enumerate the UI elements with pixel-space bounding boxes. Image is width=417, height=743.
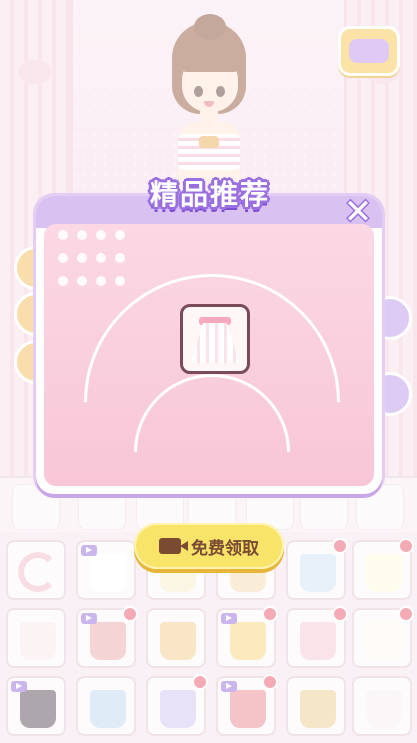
claim-button-label: 免费领取 xyxy=(191,538,259,559)
popup-title-banner: 精品推荐 xyxy=(127,172,293,218)
dress-skirt xyxy=(191,323,239,363)
popup-showcase xyxy=(44,224,374,486)
claim-free-button[interactable]: 免费领取 xyxy=(134,523,284,569)
popup-title: 精品推荐 xyxy=(149,178,270,211)
close-icon[interactable]: ✕ xyxy=(340,192,376,232)
decor-dots xyxy=(58,230,138,299)
recommend-popup xyxy=(36,196,382,494)
video-icon xyxy=(159,538,188,554)
featured-dress-item[interactable] xyxy=(180,304,250,374)
